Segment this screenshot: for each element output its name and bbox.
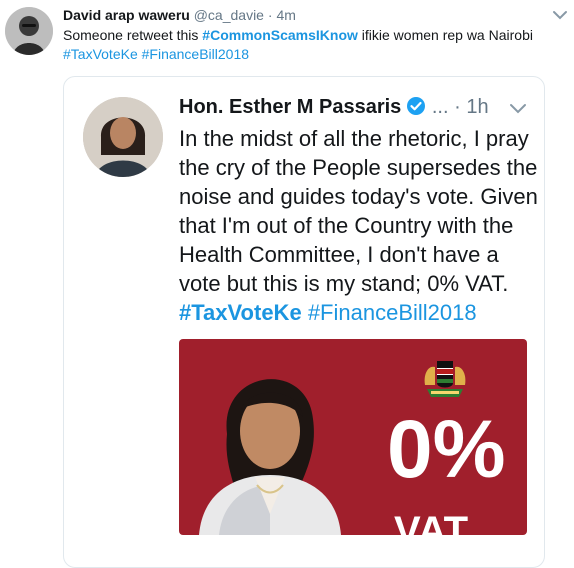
tweet-text-after: ifikie women rep wa Nairobi — [357, 27, 533, 43]
quoted-author-avatar[interactable] — [83, 97, 163, 177]
kenya-coat-of-arms-icon — [424, 361, 466, 397]
quoted-author-name[interactable]: Hon. Esther M Passaris — [179, 96, 401, 118]
tweet-header: David arap waweru @ca_davie · 4m — [63, 6, 296, 24]
author-name[interactable]: David arap waweru — [63, 7, 190, 23]
author-handle[interactable]: @ca_davie — [194, 7, 264, 23]
quoted-separator: · — [454, 96, 461, 118]
quoted-tweet-header: Hon. Esther M Passaris ... · 1h — [179, 94, 489, 123]
chevron-down-icon — [510, 104, 526, 114]
quoted-tweet-body: In the midst of all the rhetoric, I pray… — [179, 126, 538, 296]
media-big-text: 0% — [387, 404, 506, 495]
quoted-tweet-time[interactable]: 1h — [466, 96, 488, 118]
header-separator: · — [267, 7, 273, 23]
quoted-tweet-text: In the midst of all the rhetoric, I pray… — [179, 124, 539, 327]
tweet-text: Someone retweet this #CommonScamsIKnow i… — [63, 26, 553, 64]
tweet-media-image[interactable]: 0% VAT — [179, 339, 527, 535]
hashtag-taxvoteke[interactable]: #TaxVoteKe — [179, 300, 302, 325]
person-avatar-icon — [5, 7, 53, 55]
hashtag-financebill[interactable]: #FinanceBill2018 — [308, 300, 477, 325]
tweet-menu-button[interactable] — [552, 8, 568, 20]
verified-badge-icon — [406, 96, 426, 123]
quoted-tweet-menu-button[interactable] — [509, 101, 527, 115]
tweet-time[interactable]: 4m — [276, 7, 295, 23]
author-avatar[interactable] — [5, 7, 53, 55]
chevron-down-icon — [553, 11, 567, 20]
hashtag-financebill[interactable]: #FinanceBill2018 — [142, 46, 249, 62]
tweet-text-before: Someone retweet this — [63, 27, 203, 43]
quoted-ellipsis: ... — [431, 96, 449, 118]
quoted-tweet-card[interactable]: Hon. Esther M Passaris ... · 1h In the m… — [63, 76, 545, 568]
media-sub-text: VAT — [394, 509, 469, 535]
person-avatar-icon — [83, 97, 163, 177]
hashtag-commonscams[interactable]: #CommonScamsIKnow — [202, 27, 358, 43]
hashtag-taxvoteke[interactable]: #TaxVoteKe — [63, 46, 138, 62]
